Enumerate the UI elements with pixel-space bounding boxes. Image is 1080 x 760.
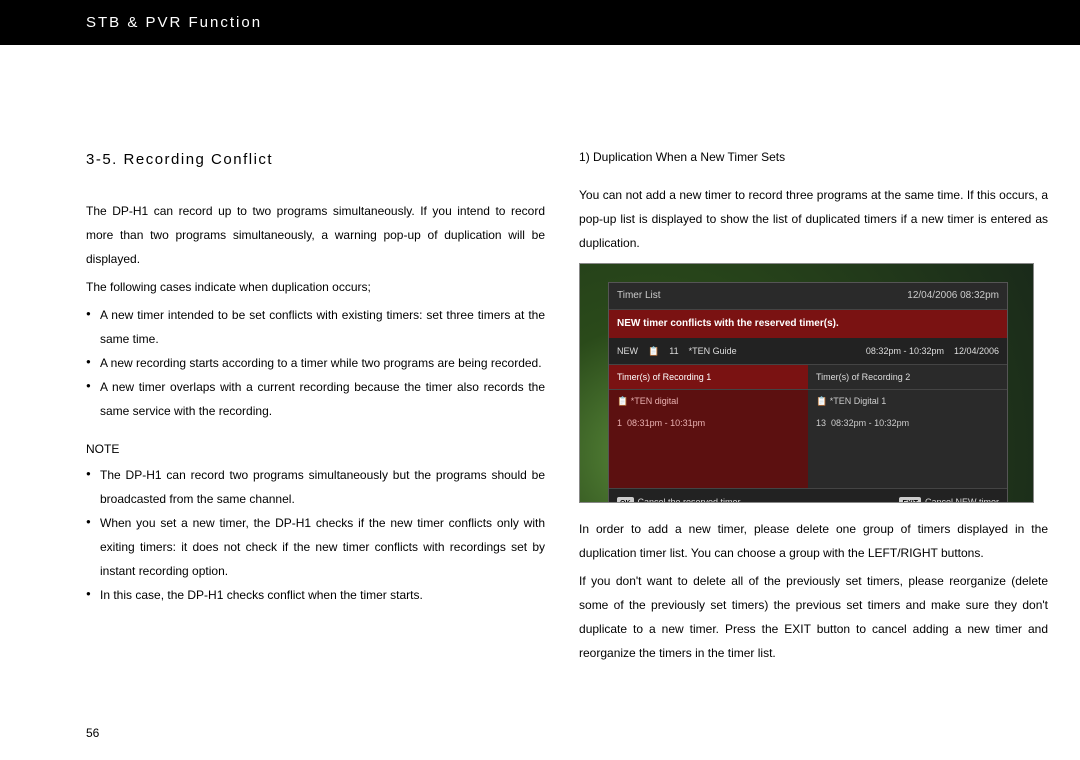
col1-name: 📋 *TEN digital xyxy=(609,390,808,412)
timer-col-1[interactable]: Timer(s) of Recording 1 📋 *TEN digital 1… xyxy=(609,365,808,488)
section-title: 3-5. Recording Conflict xyxy=(86,145,545,175)
left-bullets-2: The DP-H1 can record two programs simult… xyxy=(86,463,545,607)
tv-screenshot: Timer List 12/04/2006 08:32pm NEW timer … xyxy=(579,263,1034,503)
new-label: NEW xyxy=(617,342,638,360)
right-column: 1) Duplication When a New Timer Sets You… xyxy=(579,145,1048,669)
tv-icon: 📋 xyxy=(648,342,659,360)
new-date: 12/04/2006 xyxy=(954,342,999,360)
exit-pill: EXIT xyxy=(899,497,921,503)
col1-header: Timer(s) of Recording 1 xyxy=(609,365,808,390)
header-bar: STB & PVR Function xyxy=(0,0,1080,45)
timer-columns: Timer(s) of Recording 1 📋 *TEN digital 1… xyxy=(609,365,1007,488)
left-p2: The following cases indicate when duplic… xyxy=(86,275,545,299)
dialog-titlebar: Timer List 12/04/2006 08:32pm xyxy=(609,283,1007,310)
left-p1: The DP-H1 can record up to two programs … xyxy=(86,199,545,271)
exit-action[interactable]: EXITCancel NEW timer xyxy=(899,493,999,503)
bullet-item: In this case, the DP-H1 checks conflict … xyxy=(86,583,545,607)
right-subtitle: 1) Duplication When a New Timer Sets xyxy=(579,145,1048,169)
note-label: NOTE xyxy=(86,437,545,461)
new-ch: 11 xyxy=(669,342,678,360)
header-title: STB & PVR Function xyxy=(86,14,262,31)
col1-time: 1 08:31pm - 10:31pm xyxy=(609,412,808,434)
page-body: 3-5. Recording Conflict The DP-H1 can re… xyxy=(0,45,1080,669)
right-p3: If you don't want to delete all of the p… xyxy=(579,569,1048,665)
dialog-title: Timer List xyxy=(617,286,661,306)
new-time: 08:32pm - 10:32pm xyxy=(866,342,944,360)
page-number: 56 xyxy=(86,726,99,740)
timer-col-2[interactable]: Timer(s) of Recording 2 📋 *TEN Digital 1… xyxy=(808,365,1007,488)
bullet-item: A new recording starts according to a ti… xyxy=(86,351,545,375)
bullet-item: When you set a new timer, the DP-H1 chec… xyxy=(86,511,545,583)
right-p1: You can not add a new timer to record th… xyxy=(579,183,1048,255)
dialog-datetime: 12/04/2006 08:32pm xyxy=(907,286,999,306)
dialog-actions: OKCancel the reserved timer EXITCancel N… xyxy=(609,488,1007,503)
right-p2: In order to add a new timer, please dele… xyxy=(579,517,1048,565)
col2-time: 13 08:32pm - 10:32pm xyxy=(808,412,1007,434)
col2-name: 📋 *TEN Digital 1 xyxy=(808,390,1007,412)
timer-conflict-dialog: Timer List 12/04/2006 08:32pm NEW timer … xyxy=(608,282,1008,503)
bullet-item: A new timer intended to be set conflicts… xyxy=(86,303,545,351)
bullet-item: The DP-H1 can record two programs simult… xyxy=(86,463,545,511)
ok-pill: OK xyxy=(617,497,634,503)
new-name: *TEN Guide xyxy=(689,342,737,360)
dialog-warning: NEW timer conflicts with the reserved ti… xyxy=(609,310,1007,338)
col2-header: Timer(s) of Recording 2 xyxy=(808,365,1007,390)
left-bullets-1: A new timer intended to be set conflicts… xyxy=(86,303,545,423)
left-column: 3-5. Recording Conflict The DP-H1 can re… xyxy=(86,145,545,669)
bullet-item: A new timer overlaps with a current reco… xyxy=(86,375,545,423)
ok-action[interactable]: OKCancel the reserved timer xyxy=(617,493,741,503)
new-timer-row: NEW 📋 11 *TEN Guide 08:32pm - 10:32pm 12… xyxy=(609,338,1007,365)
